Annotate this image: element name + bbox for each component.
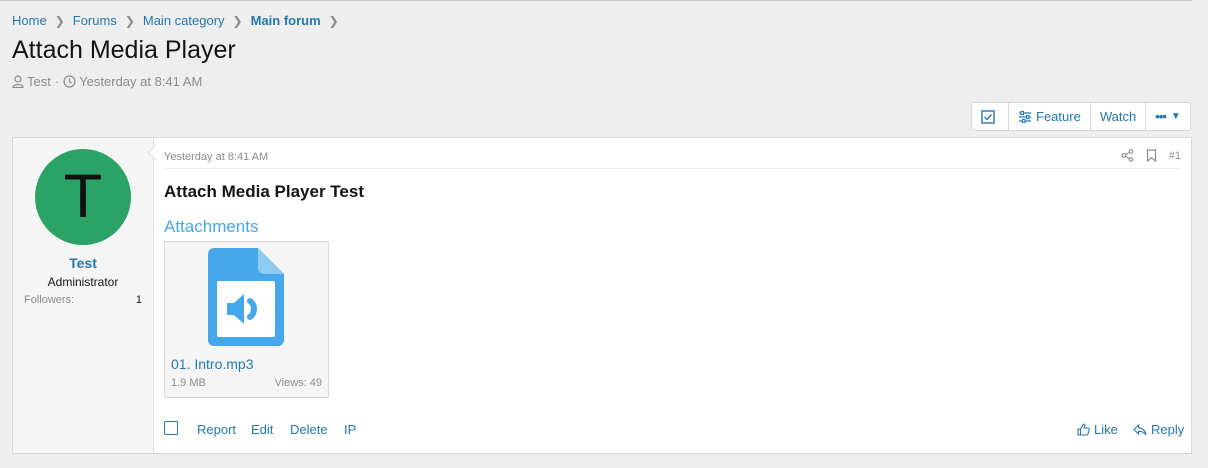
delete-link[interactable]: Delete [290, 422, 328, 437]
followers-stat: Followers: 1 [24, 294, 142, 306]
bookmark-icon[interactable] [1146, 149, 1157, 162]
reply-icon [1133, 423, 1147, 435]
watch-button[interactable]: Watch [1089, 103, 1145, 130]
breadcrumb-main-forum[interactable]: Main forum [251, 13, 321, 28]
attachment-size: 1.9 MB [171, 377, 206, 389]
post: T Test Administrator Followers: 1 Yester… [12, 137, 1192, 454]
post-number[interactable]: #1 [1169, 150, 1181, 162]
breadcrumb-forums[interactable]: Forums [73, 13, 117, 28]
more-dots-icon: ••• [1155, 109, 1167, 124]
breadcrumb-home[interactable]: Home [12, 13, 47, 28]
watch-label: Watch [1099, 109, 1137, 124]
post-timestamp[interactable]: Yesterday at 8:41 AM [164, 151, 268, 163]
thread-date[interactable]: Yesterday at 8:41 AM [79, 74, 202, 89]
followers-value: 1 [135, 294, 142, 306]
avatar-letter: T [65, 163, 101, 231]
thumbs-up-icon [1077, 423, 1090, 436]
thread-toolbar: Feature Watch ••• ▼ [971, 102, 1191, 131]
chevron-right-icon: ❯ [328, 13, 339, 28]
feature-button[interactable]: Feature [1008, 103, 1090, 130]
clock-icon [63, 75, 76, 88]
user-icon [12, 75, 24, 88]
attachments-heading: Attachments [164, 217, 259, 236]
sliders-icon [1019, 110, 1031, 123]
post-header-divider [164, 168, 1181, 169]
post-title: Attach Media Player Test [164, 182, 364, 201]
attachment-card[interactable]: 01. Intro.mp3 1.9 MB Views: 49 [164, 241, 329, 398]
audio-file-icon[interactable] [208, 248, 284, 346]
followers-label: Followers: [24, 294, 75, 306]
like-label: Like [1094, 422, 1118, 437]
like-button[interactable]: Like [1077, 422, 1118, 437]
thread-author[interactable]: Test [27, 74, 51, 89]
ip-link[interactable]: IP [344, 422, 356, 437]
post-tools: #1 [1121, 149, 1181, 162]
report-link[interactable]: Report [197, 422, 236, 437]
caret-down-icon: ▼ [1170, 111, 1181, 122]
avatar[interactable]: T [35, 149, 131, 245]
select-post-checkbox[interactable] [164, 421, 178, 435]
edit-link[interactable]: Edit [251, 422, 273, 437]
reply-label: Reply [1151, 422, 1185, 437]
reply-button[interactable]: Reply [1133, 422, 1184, 437]
top-divider [0, 0, 1192, 1]
select-thread-button[interactable] [972, 103, 1008, 130]
username[interactable]: Test [13, 255, 153, 271]
feature-label: Feature [1036, 109, 1081, 124]
attachment-views: Views: 49 [274, 377, 323, 389]
meta-separator: · [54, 74, 60, 89]
attachment-name[interactable]: 01. Intro.mp3 [171, 356, 254, 372]
breadcrumb: Home ❯ Forums ❯ Main category ❯ Main for… [12, 13, 347, 28]
breadcrumb-main-category[interactable]: Main category [143, 13, 225, 28]
share-icon[interactable] [1121, 149, 1134, 162]
chevron-right-icon: ❯ [54, 13, 65, 28]
chevron-right-icon: ❯ [124, 13, 135, 28]
checkbox-checked-icon [981, 109, 995, 124]
chevron-right-icon: ❯ [232, 13, 243, 28]
thread-meta: Test · Yesterday at 8:41 AM [12, 74, 202, 89]
user-title: Administrator [47, 275, 119, 289]
post-actions: Report Edit Delete IP Like Reply [164, 420, 1184, 440]
more-options-button[interactable]: ••• ▼ [1145, 103, 1190, 130]
page-title: Attach Media Player [12, 36, 236, 64]
user-pane: T Test Administrator Followers: 1 [13, 138, 154, 453]
